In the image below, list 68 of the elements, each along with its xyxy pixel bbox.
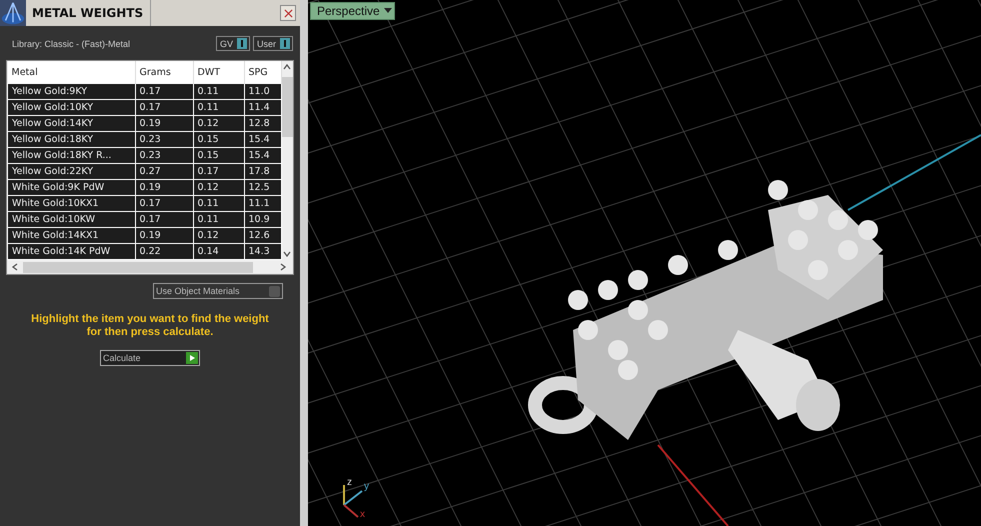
table-cell: 0.19 — [135, 116, 193, 132]
table-cell: Yellow Gold:9KY — [8, 84, 135, 100]
table-cell: 12.6 — [244, 228, 281, 244]
table-cell: 14.3 — [244, 244, 281, 260]
table-cell: White Gold:14K PdW — [8, 244, 135, 260]
close-button[interactable] — [280, 5, 296, 21]
table-cell: 12.8 — [244, 116, 281, 132]
table-cell: 0.17 — [135, 196, 193, 212]
axis-label: y — [364, 481, 369, 492]
use-object-materials-option[interactable]: Use Object Materials — [153, 283, 283, 299]
panel-title: METAL WEIGHTS — [26, 0, 151, 26]
table-cell: 0.23 — [135, 132, 193, 148]
table-cell: 11.1 — [244, 196, 281, 212]
3d-viewport[interactable]: Perspective z y x — [308, 0, 981, 526]
column-header[interactable]: SPG — [244, 61, 281, 84]
table-cell: 0.17 — [193, 164, 244, 180]
table-cell: 0.12 — [193, 228, 244, 244]
table-cell: 0.15 — [193, 132, 244, 148]
table-cell: 0.11 — [193, 212, 244, 228]
table-cell: White Gold:10KW — [8, 212, 135, 228]
axis-label: z — [347, 477, 352, 488]
table-cell: 0.23 — [135, 148, 193, 164]
table-cell: 0.19 — [135, 228, 193, 244]
table-cell: Yellow Gold:18KY R... — [8, 148, 135, 164]
instruction-text: Highlight the item you want to find the weight for then press calculate. — [30, 313, 270, 339]
table-cell: Yellow Gold:22KY — [8, 164, 135, 180]
library-label: Library: Classic - (Fast)-Metal — [12, 38, 130, 48]
table-cell: 12.5 — [244, 180, 281, 196]
table-cell: 0.14 — [193, 244, 244, 260]
axis-label: x — [360, 509, 365, 520]
scroll-left-icon[interactable] — [11, 263, 19, 271]
toggle-button[interactable]: User — [252, 36, 293, 51]
table-cell: Yellow Gold:10KY — [8, 100, 135, 116]
table-cell: 15.4 — [244, 148, 281, 164]
vertical-scrollbar[interactable] — [282, 61, 293, 260]
view-dropdown[interactable]: Perspective — [310, 2, 395, 20]
table-cell: 11.0 — [244, 84, 281, 100]
play-icon — [186, 352, 198, 364]
column-header[interactable]: Metal — [8, 61, 135, 84]
table-cell: 0.15 — [193, 148, 244, 164]
close-icon — [284, 8, 292, 18]
table-cell: Yellow Gold:18KY — [8, 132, 135, 148]
table-cell: 15.4 — [244, 132, 281, 148]
table-cell: 0.22 — [135, 244, 193, 260]
scroll-right-icon[interactable] — [279, 263, 287, 271]
table-cell: 0.27 — [135, 164, 193, 180]
table-cell: Yellow Gold:14KY — [8, 116, 135, 132]
table-cell: 0.19 — [135, 180, 193, 196]
pyramid-logo-icon — [0, 0, 26, 26]
table-cell: 0.17 — [135, 212, 193, 228]
toggle-button[interactable]: GV — [216, 36, 250, 51]
table-cell: 0.12 — [193, 116, 244, 132]
table-cell: 0.12 — [193, 180, 244, 196]
table-cell: 0.11 — [193, 100, 244, 116]
calculate-button[interactable]: Calculate — [100, 350, 200, 366]
column-header[interactable]: DWT — [193, 61, 244, 84]
table-cell: 17.8 — [244, 164, 281, 180]
table-cell: 11.4 — [244, 100, 281, 116]
caret-icon — [384, 8, 392, 14]
table-cell: White Gold:9K PdW — [8, 180, 135, 196]
table-cell: 0.17 — [135, 100, 193, 116]
table-cell: 10.9 — [244, 212, 281, 228]
table-cell: 0.17 — [135, 84, 193, 100]
table-cell: White Gold:10KX1 — [8, 196, 135, 212]
table-cell: 0.11 — [193, 196, 244, 212]
table-cell: White Gold:14KX1 — [8, 228, 135, 244]
table-cell: 0.11 — [193, 84, 244, 100]
column-header[interactable]: Grams — [135, 61, 193, 84]
